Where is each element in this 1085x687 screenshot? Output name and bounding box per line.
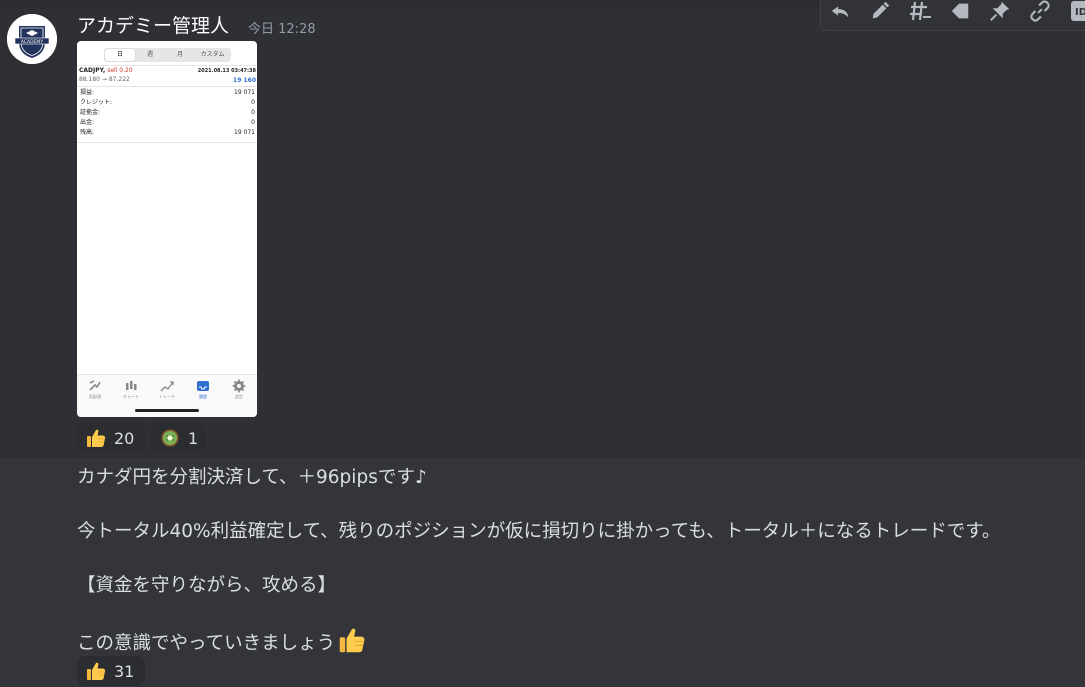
summary-row: クレジット: 0 [80,98,255,108]
trade-profit: 19 160 [233,77,256,84]
summary-label: 出金: [80,119,95,126]
thumbs-up-icon [337,625,367,655]
settings-icon [232,379,246,393]
kiwi-icon [159,427,181,449]
nav-label: 設定 [235,394,243,399]
nav-label: 気配値 [89,394,101,399]
tab-custom: カスタム [200,51,225,58]
message-line: 【資金を守りながら、攻める】 [77,575,337,596]
copy-link-button[interactable] [1023,0,1057,29]
history-icon [197,381,209,391]
summary-row: 損益: 19 071 [80,88,255,98]
tag-icon [951,3,969,19]
reaction-count: 31 [114,661,135,681]
author-name[interactable]: アカデミー管理人 [77,11,229,38]
tab-day: 日 [105,49,135,61]
avatar-crest-text: ACADEMY [21,39,43,45]
trade-datetime: 2021.08.13 03:47:38 [197,68,256,74]
nav-quotes: 気配値 [77,379,113,405]
summary-label: 損益: [80,89,95,96]
summary-row: 残高: 19 071 [80,128,255,138]
nav-label: チャート [123,394,139,399]
nav-trade: トレード [149,379,185,405]
summary-value: 0 [251,109,255,116]
create-thread-icon [910,1,931,21]
divider [77,65,257,66]
reaction-count: 1 [188,428,199,448]
copy-id-label: ID [1075,7,1085,18]
nav-label: トレード [159,394,175,399]
thumbs-up-icon [85,660,107,682]
divider [77,142,257,143]
avatar[interactable]: ACADEMY [7,14,57,64]
nav-settings: 設定 [221,379,257,405]
message-line-text: この意識でやっていきましょう [77,633,336,654]
trade-header: CADJPY, sell 0.20 [79,67,133,75]
reaction-count: 20 [114,428,135,448]
home-indicator [135,409,199,412]
quotes-icon [89,380,101,391]
tag-button[interactable] [943,0,977,29]
trade-symbol: CADJPY, [79,67,106,74]
edit-icon [872,1,890,19]
tab-week: 週 [146,51,153,58]
pin-icon [990,1,1010,21]
reply-button[interactable] [823,0,857,29]
copy-link-icon [1030,0,1050,22]
period-segmented-control: 日 週 月 カスタム [104,48,231,62]
message-timestamp: 今日 12:28 [248,22,316,37]
summary-label: 残高: [80,129,95,136]
summary-value: 0 [251,99,255,106]
trade-prices: 88.180 → 87.222 [79,76,130,83]
thumbs-up-icon [85,427,107,449]
copy-id-button[interactable]: ID [1063,0,1085,29]
message-line: カナダ円を分割決済して、＋96pipsです♪ [77,467,427,488]
message-line-with-emoji: この意識でやっていきましょう [77,625,367,655]
chart-icon [126,381,137,390]
divider [77,86,257,87]
message-toolbar: ID [820,0,1085,31]
summary-label: 証拠金: [80,109,101,116]
create-thread-button[interactable] [903,0,937,29]
summary-value: 0 [251,119,255,126]
trade-side: sell 0.20 [107,67,133,74]
reaction-thumbs-up[interactable]: 31 [77,656,145,686]
copy-id-icon: ID [1071,1,1085,21]
nav-history: 履歴 [185,379,221,405]
nav-chart: チャート [113,379,149,405]
trade-icon [160,381,174,392]
image-attachment[interactable]: 日 週 月 カスタム CADJPY, sell 0.20 2021.08.13 … [77,41,257,417]
edit-button[interactable] [863,0,897,29]
reaction-kiwi[interactable]: 1 [151,423,206,453]
message-line: 今トータル40%利益確定して、残りのポジションが仮に損切りに掛かっても、トータル… [77,521,1001,542]
tab-month: 月 [176,51,183,58]
reply-icon [831,6,849,18]
pin-button[interactable] [983,0,1017,29]
academy-crest-icon: ACADEMY [7,14,57,64]
summary-row: 出金: 0 [80,118,255,128]
summary-row: 証拠金: 0 [80,108,255,118]
reaction-thumbs-up[interactable]: 20 [77,423,145,453]
summary-label: クレジット: [80,99,113,106]
nav-label: 履歴 [199,394,207,399]
summary-value: 19 071 [234,89,255,96]
summary-value: 19 071 [234,129,255,136]
